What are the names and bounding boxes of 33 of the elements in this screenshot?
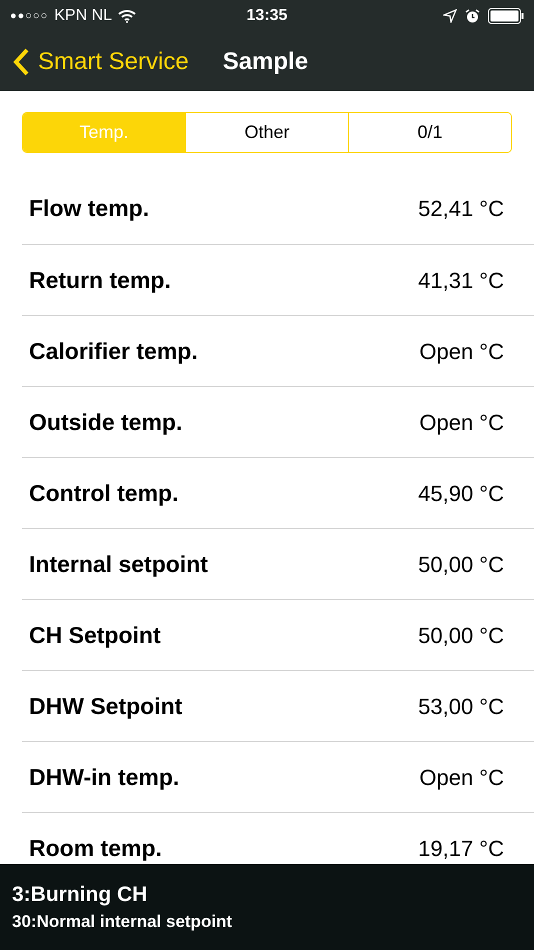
row-value: 53,00 °C [418, 692, 504, 720]
wifi-icon [118, 9, 136, 23]
row-value: 50,00 °C [418, 622, 504, 650]
row-label: Outside temp. [29, 408, 182, 437]
row-value: 50,00 °C [418, 550, 504, 578]
row-label: Internal setpoint [29, 550, 208, 579]
clock-time: 13:35 [246, 6, 288, 26]
row-label: Calorifier temp. [29, 336, 198, 366]
battery-icon [488, 8, 524, 24]
status-state: 3:Burning CH [12, 884, 148, 905]
screen-title: Sample [222, 46, 308, 76]
back-button[interactable]: Smart Service [12, 44, 189, 80]
row-value: 19,17 °C [418, 834, 504, 862]
row-value: Open °C [419, 408, 504, 437]
row-value: 52,41 °C [418, 195, 504, 223]
row-value: Open °C [419, 338, 504, 366]
row-value: 41,31 °C [418, 266, 504, 294]
row-label: Control temp. [29, 478, 178, 508]
status-substate: 30:Normal internal setpoint [12, 913, 234, 930]
row-label: Flow temp. [29, 194, 150, 224]
alarm-clock-icon [465, 8, 480, 24]
row-value: 45,90 °C [418, 480, 504, 508]
row-label: DHW Setpoint [29, 692, 182, 721]
row-label: Room temp. [29, 834, 162, 863]
segment-tab[interactable]: 0/1 [348, 113, 511, 152]
row-label: DHW-in temp. [29, 762, 180, 792]
location-arrow-icon [443, 9, 457, 23]
chevron-left-icon [12, 46, 30, 76]
row-value: Open °C [419, 764, 504, 792]
row-label: CH Setpoint [29, 620, 161, 650]
row-label: Return temp. [29, 266, 171, 295]
signal-strength: ●●○○○ [10, 8, 48, 24]
carrier-name: KPN NL [54, 6, 112, 26]
